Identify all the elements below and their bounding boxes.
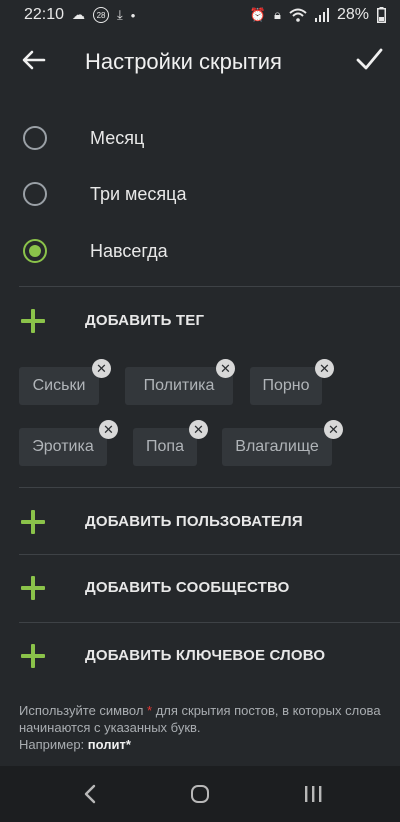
tag-chip-label: Сиськи <box>32 377 86 394</box>
radio-option-forever[interactable]: Навсегда <box>0 223 400 279</box>
plus-icon <box>21 510 45 534</box>
add-keyword-button[interactable]: ДОБАВИТЬ КЛЮЧЕВОЕ СЛОВО <box>0 627 400 687</box>
divider <box>19 622 400 623</box>
add-community-label: ДОБАВИТЬ СООБЩЕСТВО <box>85 579 290 596</box>
tag-chip: Эротика <box>19 428 107 466</box>
nav-back-icon[interactable] <box>80 783 102 805</box>
app-bar: Настройки скрытия <box>0 30 400 94</box>
radio-option-three-months[interactable]: Три месяца <box>0 166 400 222</box>
divider <box>19 554 400 555</box>
add-tag-label: ДОБАВИТЬ ТЕГ <box>85 312 205 329</box>
add-community-button[interactable]: ДОБАВИТЬ СООБЩЕСТВО <box>0 559 400 619</box>
radio-button[interactable] <box>23 182 47 206</box>
add-user-label: ДОБАВИТЬ ПОЛЬЗОВАТЕЛЯ <box>85 513 303 530</box>
status-bar: 22:10 ☁ 28 ⤓ • ⏰ 🔒︎ 28% <box>0 0 400 30</box>
battery-percent: 28% <box>336 6 369 23</box>
system-navigation-bar <box>0 766 400 822</box>
plus-icon <box>21 309 45 333</box>
tag-chip-label: Попа <box>146 438 184 455</box>
remove-tag-icon[interactable]: ✕ <box>324 420 343 439</box>
wifi-icon <box>289 8 307 22</box>
radio-button-selected[interactable] <box>23 239 47 263</box>
remove-tag-icon[interactable]: ✕ <box>315 359 334 378</box>
tag-chip-label: Влагалище <box>235 438 319 455</box>
nav-recent-apps-icon[interactable] <box>302 785 324 803</box>
battery-icon <box>377 7 386 23</box>
dot-icon: • <box>130 7 136 23</box>
cloud-icon: ☁ <box>72 7 86 22</box>
tag-chip-label: Эротика <box>32 438 94 455</box>
notification-badge-icon: 28 <box>93 7 110 23</box>
radio-label: Месяц <box>90 127 145 148</box>
alarm-icon: ⏰ <box>249 7 267 22</box>
tag-chip: Влагалище <box>222 428 332 466</box>
remove-tag-icon[interactable]: ✕ <box>92 359 111 378</box>
radio-button[interactable] <box>23 126 47 150</box>
remove-tag-icon[interactable]: ✕ <box>99 420 118 439</box>
plus-icon <box>21 576 45 600</box>
plus-icon <box>21 644 45 668</box>
example-keyword: полит* <box>87 737 131 752</box>
divider <box>19 286 400 287</box>
add-keyword-label: ДОБАВИТЬ КЛЮЧЕВОЕ СЛОВО <box>85 647 326 664</box>
lock-icon: 🔒︎ <box>274 7 281 22</box>
nav-home-icon[interactable] <box>191 785 209 803</box>
tag-chip-label: Порно <box>262 377 310 394</box>
status-time: 22:10 <box>24 6 65 23</box>
tag-chip-label: Политика <box>143 377 215 394</box>
hint-text: Используйте символ * для скрытия постов,… <box>19 703 381 752</box>
download-icon: ⤓ <box>117 7 123 22</box>
checkmark-icon[interactable] <box>354 44 384 74</box>
tag-chip: Порно <box>250 367 322 405</box>
page-title: Настройки скрытия <box>85 49 282 74</box>
radio-option-month[interactable]: Месяц <box>0 110 400 166</box>
remove-tag-icon[interactable]: ✕ <box>216 359 235 378</box>
add-tag-button[interactable]: ДОБАВИТЬ ТЕГ <box>0 291 400 351</box>
tag-chip: Сиськи <box>19 367 99 405</box>
signal-icon <box>314 8 329 22</box>
divider <box>19 487 400 488</box>
back-arrow-icon[interactable] <box>20 46 48 74</box>
radio-label: Навсегда <box>90 240 168 261</box>
add-user-button[interactable]: ДОБАВИТЬ ПОЛЬЗОВАТЕЛЯ <box>0 492 400 552</box>
tag-chip: Попа <box>133 428 197 466</box>
radio-label: Три месяца <box>90 183 187 204</box>
remove-tag-icon[interactable]: ✕ <box>189 420 208 439</box>
